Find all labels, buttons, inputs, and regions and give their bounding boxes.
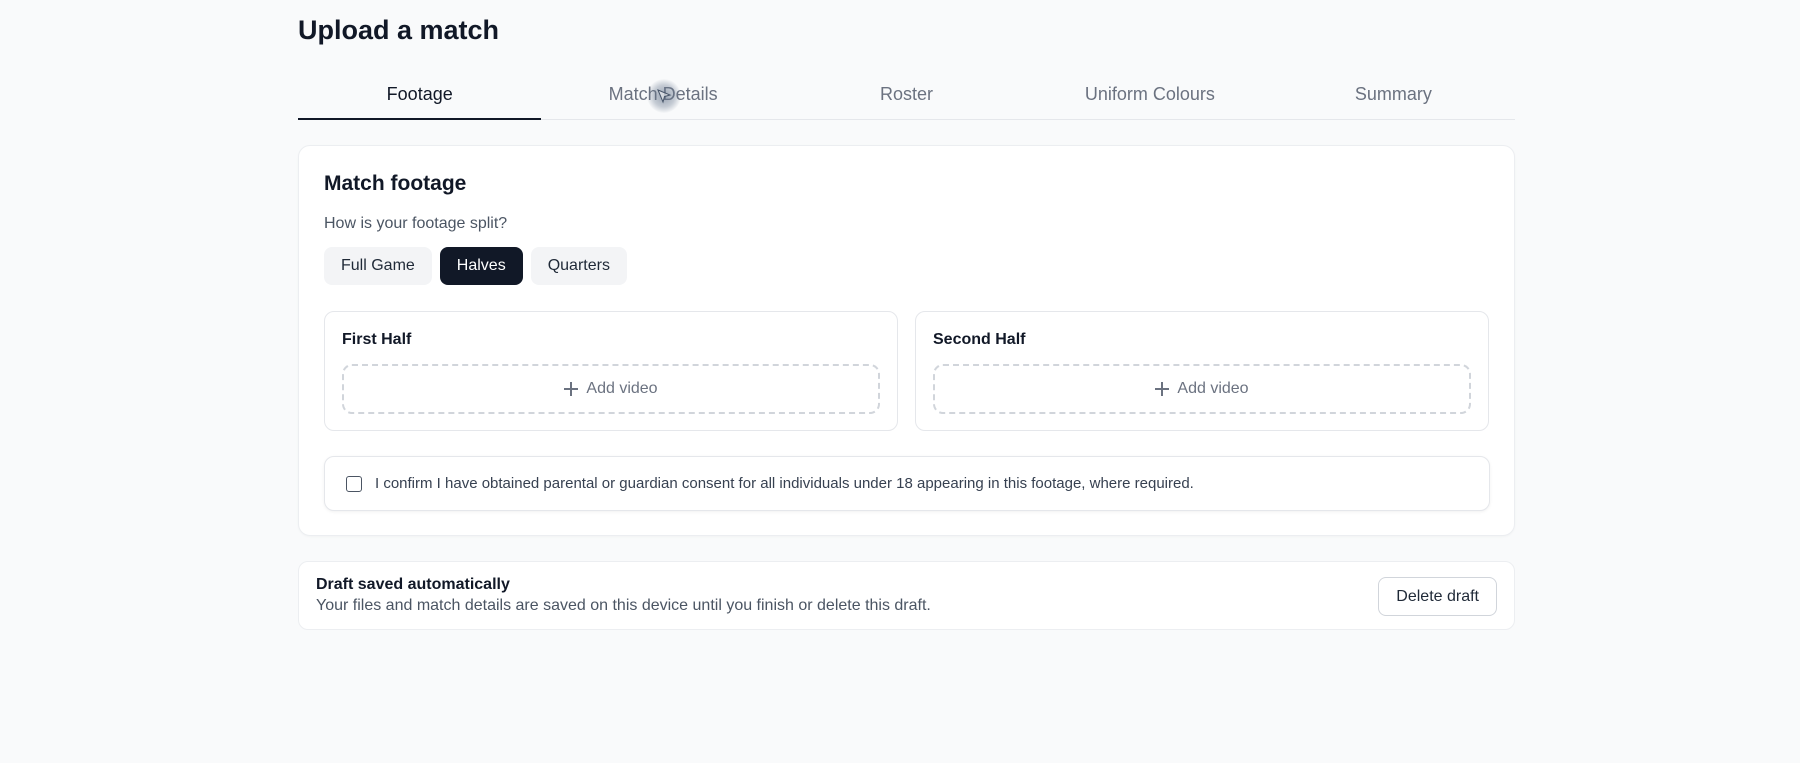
- upload-match-page: Upload a match Footage Match Details Ros…: [0, 0, 1800, 763]
- tab-label: Summary: [1354, 84, 1432, 104]
- tab-label: Roster: [880, 84, 934, 104]
- footage-split-selector: Full Game Halves Quarters: [324, 247, 627, 285]
- split-halves-button[interactable]: Halves: [439, 247, 523, 285]
- first-half-panel: First Half Add video: [324, 311, 898, 431]
- tab-uniform-colours[interactable]: Uniform Colours: [1028, 72, 1271, 119]
- tab-footage[interactable]: Footage: [298, 72, 542, 120]
- add-video-label: Add video: [586, 380, 658, 397]
- split-quarters-button[interactable]: Quarters: [530, 247, 627, 285]
- half-title: First Half: [342, 331, 412, 348]
- match-footage-card: Match footage How is your footage split?…: [298, 145, 1515, 536]
- delete-draft-button[interactable]: Delete draft: [1378, 577, 1497, 616]
- tab-roster[interactable]: Roster: [785, 72, 1028, 119]
- page-title: Upload a match: [298, 15, 500, 45]
- consent-checkbox[interactable]: [346, 475, 362, 492]
- section-title: Match footage: [324, 172, 467, 195]
- consent-confirmation[interactable]: I confirm I have obtained parental or gu…: [324, 456, 1490, 511]
- add-video-button-second-half[interactable]: Add video: [933, 364, 1471, 414]
- tab-label: Footage: [386, 84, 453, 104]
- draft-status-bar: Draft saved automatically Your files and…: [298, 561, 1515, 630]
- split-full-game-button[interactable]: Full Game: [324, 247, 432, 285]
- plus-icon: [564, 382, 579, 396]
- tab-summary[interactable]: Summary: [1272, 72, 1515, 119]
- half-title: Second Half: [933, 331, 1026, 348]
- draft-status-title: Draft saved automatically: [316, 576, 510, 593]
- add-video-label: Add video: [1177, 380, 1249, 397]
- draft-status-description: Your files and match details are saved o…: [316, 597, 931, 614]
- second-half-panel: Second Half Add video: [915, 311, 1489, 431]
- tab-label: Match Details: [608, 84, 718, 104]
- tab-match-details[interactable]: Match Details: [541, 72, 784, 119]
- add-video-button-first-half[interactable]: Add video: [342, 364, 880, 414]
- plus-icon: [1155, 382, 1170, 396]
- split-question: How is your footage split?: [324, 215, 508, 232]
- tab-label: Uniform Colours: [1084, 84, 1215, 104]
- consent-text: I confirm I have obtained parental or gu…: [375, 475, 1194, 492]
- step-tabs: Footage Match Details Roster Uniform Col…: [298, 72, 1515, 120]
